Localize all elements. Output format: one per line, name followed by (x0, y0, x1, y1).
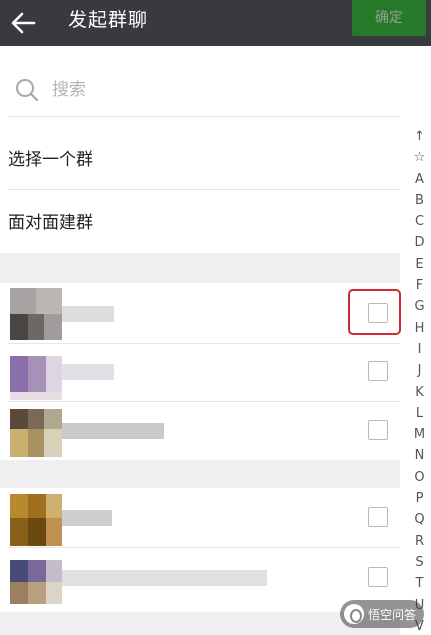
watermark-logo-icon (344, 604, 364, 624)
index-letter[interactable]: C (408, 211, 431, 232)
contact-row[interactable] (0, 284, 400, 344)
index-letter[interactable]: L (408, 403, 431, 424)
index-letter[interactable]: D (408, 232, 431, 253)
index-letter[interactable]: J (408, 360, 431, 381)
contact-row[interactable] (0, 488, 400, 548)
index-letter[interactable]: N (408, 445, 431, 466)
avatar (10, 346, 62, 400)
option-label: 选择一个群 (8, 150, 93, 170)
index-letter[interactable]: G (408, 296, 431, 317)
section-header (0, 253, 400, 283)
divider (8, 116, 400, 117)
index-letter[interactable]: I (408, 339, 431, 360)
search-icon (16, 79, 39, 102)
index-letter[interactable]: S (408, 552, 431, 573)
confirm-button[interactable]: 确定 (352, 0, 426, 36)
index-letter[interactable]: O (408, 467, 431, 488)
option-label: 面对面建群 (8, 213, 93, 233)
contact-row[interactable] (0, 401, 400, 461)
index-letter[interactable]: ☆ (408, 147, 431, 168)
search-bar[interactable] (0, 64, 400, 114)
index-letter[interactable]: P (408, 488, 431, 509)
index-letter[interactable]: K (408, 382, 431, 403)
contact-name (62, 364, 114, 380)
contact-name (62, 423, 164, 439)
face-to-face-group-option[interactable]: 面对面建群 (0, 190, 400, 252)
watermark: 悟空问答 (340, 600, 425, 628)
index-letter[interactable]: F (408, 275, 431, 296)
select-group-option[interactable]: 选择一个群 (0, 127, 400, 189)
page-title: 发起群聊 (68, 9, 149, 31)
select-checkbox[interactable] (368, 567, 388, 587)
search-input[interactable] (52, 76, 352, 104)
watermark-text: 悟空问答 (368, 607, 417, 622)
index-letter[interactable]: R (408, 531, 431, 552)
alphabet-index[interactable]: ↑☆ABCDEFGHIJKLMNOPQRSTUV (408, 126, 431, 635)
index-letter[interactable]: T (408, 573, 431, 594)
arrow-left-icon (11, 12, 36, 34)
avatar (10, 552, 62, 604)
back-button[interactable] (8, 7, 40, 39)
contact-name (62, 306, 114, 322)
index-letter[interactable]: ↑ (408, 126, 431, 147)
select-checkbox[interactable] (368, 507, 388, 527)
highlight-box (348, 289, 401, 335)
select-checkbox[interactable] (368, 361, 388, 381)
index-letter[interactable]: E (408, 254, 431, 275)
index-letter[interactable]: M (408, 424, 431, 445)
index-letter[interactable]: A (408, 169, 431, 190)
index-letter[interactable]: H (408, 318, 431, 339)
avatar (10, 405, 62, 457)
index-letter[interactable]: Q (408, 509, 431, 530)
contact-name (62, 570, 267, 586)
top-bar: 发起群聊 确定 (0, 0, 431, 46)
avatar (10, 288, 62, 340)
contact-row[interactable] (0, 548, 400, 608)
contact-row[interactable] (0, 342, 400, 402)
avatar (10, 492, 62, 546)
section-header (0, 460, 400, 488)
select-checkbox[interactable] (368, 420, 388, 440)
index-letter[interactable]: B (408, 190, 431, 211)
contact-name (62, 510, 112, 526)
